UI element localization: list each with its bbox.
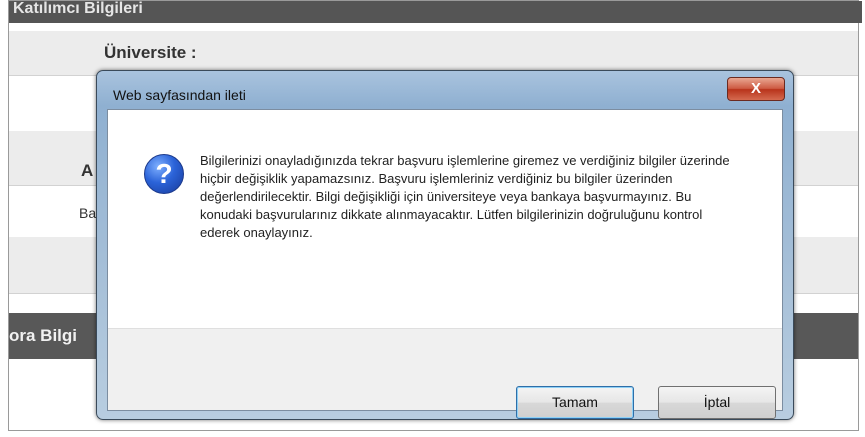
close-icon: X <box>750 80 761 97</box>
dialog-client-area: ? Bilgilerinizi onayladığınızda tekrar b… <box>107 109 783 419</box>
cancel-button[interactable]: İptal <box>658 386 776 419</box>
section-header-bottom-label: ora Bilgi <box>9 326 78 345</box>
message-dialog: Web sayfasından ileti X ? Bilgilerinizi … <box>96 70 794 420</box>
ok-button[interactable]: Tamam <box>516 386 634 419</box>
dialog-message: Bilgilerinizi onayladığınızda tekrar baş… <box>200 153 730 240</box>
close-button[interactable]: X <box>727 77 785 101</box>
university-label: Üniversite : <box>104 43 197 62</box>
row-label-a: A <box>81 161 94 180</box>
dialog-message-area: ? Bilgilerinizi onayladığınızda tekrar b… <box>108 110 782 329</box>
dialog-title: Web sayfasından ileti <box>113 87 246 103</box>
section-header-top: Katılımcı Bilgileri <box>9 1 862 23</box>
question-icon: ? <box>144 154 184 194</box>
